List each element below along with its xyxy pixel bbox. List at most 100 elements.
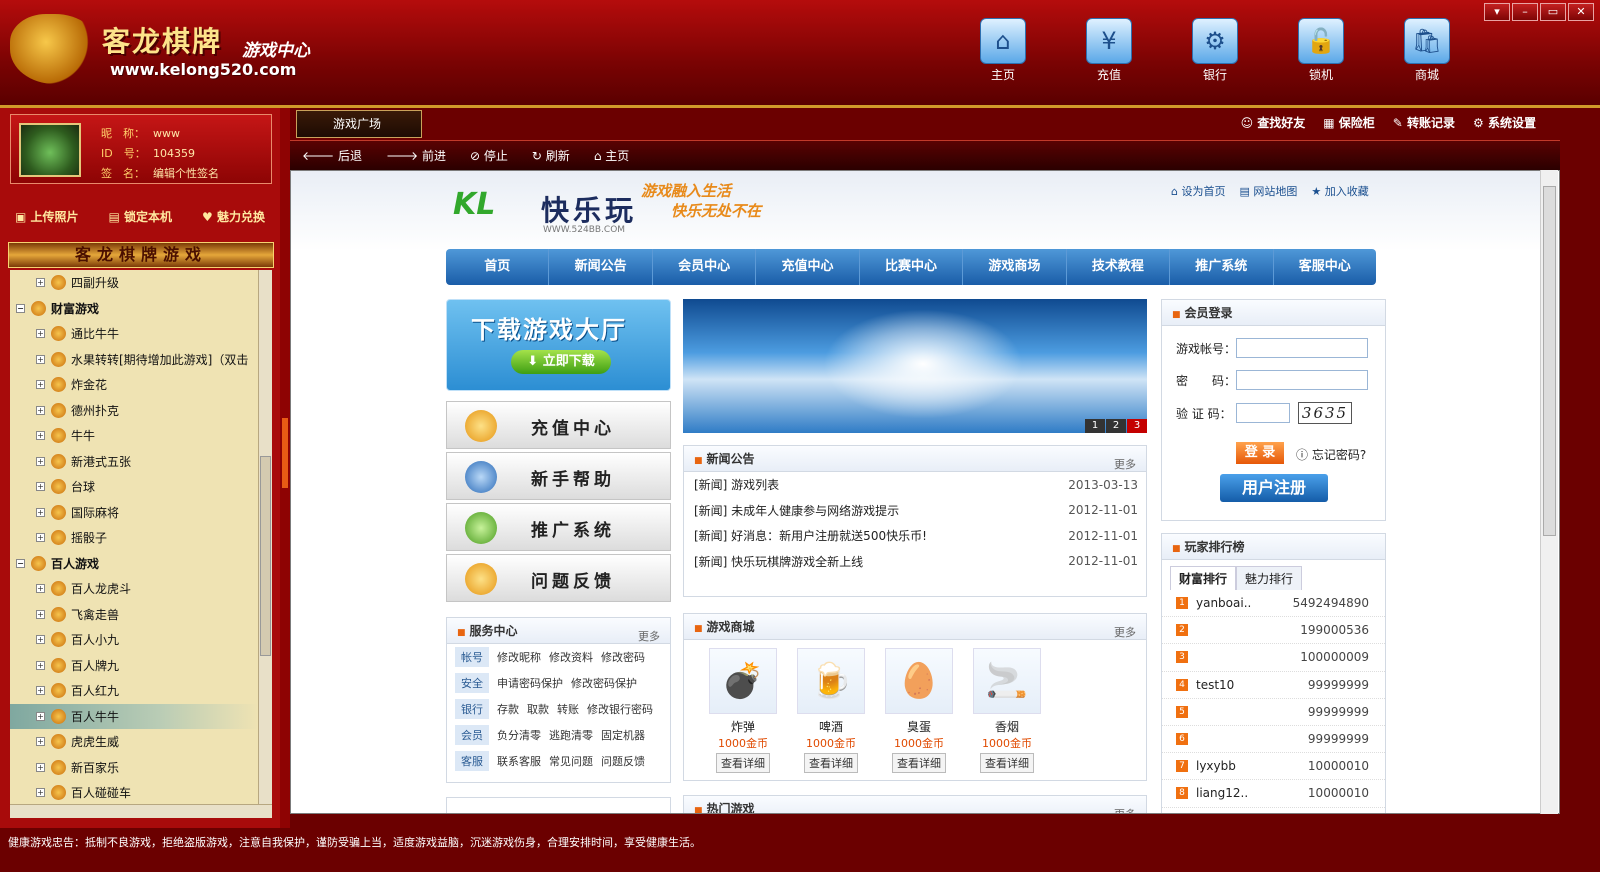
back-button[interactable]: 🡐 后退: [302, 147, 362, 164]
find-friends-link[interactable]: ☺ 查找好友: [1241, 114, 1306, 131]
news-title[interactable]: [新闻] 游戏列表: [694, 476, 779, 493]
service-link[interactable]: 问题反馈: [601, 753, 645, 769]
service-link[interactable]: 联系客服: [497, 753, 541, 769]
tree-game-item[interactable]: + 新港式五张: [10, 449, 258, 475]
close-button[interactable]: ✕: [1568, 3, 1594, 21]
side-btn-recharge[interactable]: 充值中心: [446, 401, 671, 449]
service-link[interactable]: 修改昵称: [497, 649, 541, 665]
site-nav-item[interactable]: 充值中心: [756, 249, 860, 285]
top-nav-home[interactable]: ⌂ 主页: [950, 18, 1056, 83]
service-link[interactable]: 转账: [557, 701, 579, 717]
expand-toggle-icon[interactable]: +: [36, 737, 45, 747]
tree-game-item[interactable]: + 新百家乐: [10, 755, 258, 781]
avatar[interactable]: [19, 123, 81, 177]
news-item[interactable]: [新闻] 未成年人健康参与网络游戏提示 2012-11-01: [684, 498, 1146, 524]
more-link[interactable]: 更多: [1114, 802, 1136, 813]
tree-game-item[interactable]: + 百人牛牛: [10, 703, 258, 729]
tree-game-item[interactable]: + 虎虎生威: [10, 729, 258, 755]
service-link[interactable]: 存款: [497, 701, 519, 717]
top-nav-recharge[interactable]: ¥ 充值: [1056, 18, 1162, 83]
tab-charm-rank[interactable]: 魅力排行: [1236, 566, 1303, 590]
expand-toggle-icon[interactable]: +: [36, 507, 45, 517]
tree-game-item[interactable]: + 百人碰碰车: [10, 780, 258, 804]
skin-button[interactable]: ▾: [1484, 3, 1510, 21]
system-settings-link[interactable]: ⚙ 系统设置: [1473, 114, 1536, 131]
service-link[interactable]: 修改密码保护: [571, 675, 637, 691]
expand-toggle-icon[interactable]: +: [36, 584, 45, 594]
tree-horizontal-scrollbar[interactable]: [10, 804, 272, 818]
news-title[interactable]: [新闻] 快乐玩棋牌游戏全新上线: [694, 553, 863, 570]
tree-vertical-scrollbar[interactable]: [258, 270, 272, 804]
expand-toggle-icon[interactable]: +: [36, 533, 45, 543]
tree-game-item[interactable]: + 通比牛牛: [10, 321, 258, 347]
service-link[interactable]: 负分清零: [497, 727, 541, 743]
tree-game-item[interactable]: + 德州扑克: [10, 398, 258, 424]
service-link[interactable]: 申请密码保护: [497, 675, 563, 691]
news-title[interactable]: [新闻] 好消息：新用户注册就送500快乐币!: [694, 527, 927, 544]
site-nav-item[interactable]: 客服中心: [1274, 249, 1376, 285]
side-btn-feedback[interactable]: 问题反馈: [446, 554, 671, 602]
site-nav-item[interactable]: 技术教程: [1067, 249, 1171, 285]
view-detail-button[interactable]: 查看详细: [892, 753, 946, 773]
transfer-record-link[interactable]: ✎ 转账记录: [1393, 114, 1455, 131]
view-detail-button[interactable]: 查看详细: [804, 753, 858, 773]
expand-toggle-icon[interactable]: +: [36, 405, 45, 415]
add-favorite-link[interactable]: ★ 加入收藏: [1311, 183, 1368, 199]
expand-toggle-icon[interactable]: +: [36, 609, 45, 619]
captcha-image[interactable]: 3635: [1298, 402, 1352, 424]
expand-toggle-icon[interactable]: −: [16, 558, 25, 568]
expand-toggle-icon[interactable]: +: [36, 380, 45, 390]
tab-game-plaza[interactable]: 游戏广场: [296, 110, 422, 138]
expand-toggle-icon[interactable]: +: [36, 762, 45, 772]
site-nav-item[interactable]: 首页: [446, 249, 550, 285]
forward-button[interactable]: 🡒 前进: [386, 147, 446, 164]
side-btn-help[interactable]: 新手帮助: [446, 452, 671, 500]
tree-game-item[interactable]: + 百人牌九: [10, 653, 258, 679]
top-nav-shop[interactable]: 🛍 商城: [1374, 18, 1480, 83]
tree-category[interactable]: − 财富游戏: [10, 296, 258, 322]
service-link[interactable]: 修改银行密码: [587, 701, 653, 717]
site-logo[interactable]: KL 快乐玩 WWW.524BB.COM: [453, 185, 643, 237]
expand-toggle-icon[interactable]: +: [36, 456, 45, 466]
service-link[interactable]: 逃跑清零: [549, 727, 593, 743]
home-button[interactable]: ⌂ 主页: [594, 147, 629, 164]
shop-item-image[interactable]: 🥚: [885, 648, 953, 714]
captcha-input[interactable]: [1236, 403, 1290, 423]
tree-game-item[interactable]: + 国际麻将: [10, 500, 258, 526]
tree-category[interactable]: − 百人游戏: [10, 551, 258, 577]
download-button[interactable]: ⬇ 立即下载: [511, 350, 611, 374]
view-detail-button[interactable]: 查看详细: [980, 753, 1034, 773]
top-nav-bank[interactable]: ⚙ 银行: [1162, 18, 1268, 83]
news-item[interactable]: [新闻] 好消息：新用户注册就送500快乐币! 2012-11-01: [684, 523, 1146, 549]
more-link[interactable]: 更多: [1114, 452, 1136, 478]
more-link[interactable]: 更多: [1114, 620, 1136, 646]
tree-game-item[interactable]: + 台球: [10, 474, 258, 500]
service-link[interactable]: 修改资料: [549, 649, 593, 665]
banner-page-1[interactable]: 1: [1085, 419, 1105, 433]
expand-toggle-icon[interactable]: +: [36, 711, 45, 721]
lock-machine-button[interactable]: ▤ 锁定本机: [109, 208, 173, 225]
password-input[interactable]: [1236, 370, 1368, 390]
shop-item-image[interactable]: 💣: [709, 648, 777, 714]
panel-splitter[interactable]: [280, 108, 290, 828]
news-item[interactable]: [新闻] 快乐玩棋牌游戏全新上线 2012-11-01: [684, 549, 1146, 575]
set-homepage-link[interactable]: ⌂ 设为首页: [1171, 183, 1225, 199]
expand-toggle-icon[interactable]: +: [36, 788, 45, 798]
shop-item-image[interactable]: 🚬: [973, 648, 1041, 714]
view-detail-button[interactable]: 查看详细: [716, 753, 770, 773]
tree-game-item[interactable]: + 炸金花: [10, 372, 258, 398]
sign-value[interactable]: 编辑个性签名: [153, 167, 219, 180]
expand-toggle-icon[interactable]: +: [36, 329, 45, 339]
scrollbar-thumb[interactable]: [1543, 186, 1556, 536]
scrollbar-thumb[interactable]: [260, 456, 271, 656]
splitter-grip[interactable]: [282, 418, 288, 488]
expand-toggle-icon[interactable]: +: [36, 660, 45, 670]
top-nav-lock[interactable]: 🔓 锁机: [1268, 18, 1374, 83]
charm-exchange-button[interactable]: ♥ 魅力兑换: [202, 208, 265, 225]
register-button[interactable]: 用户注册: [1220, 474, 1328, 502]
more-link[interactable]: 更多: [638, 624, 660, 650]
site-nav-item[interactable]: 会员中心: [653, 249, 757, 285]
maximize-button[interactable]: ▭: [1540, 3, 1566, 21]
web-view-scrollbar[interactable]: [1540, 170, 1558, 814]
expand-toggle-icon[interactable]: +: [36, 354, 45, 364]
